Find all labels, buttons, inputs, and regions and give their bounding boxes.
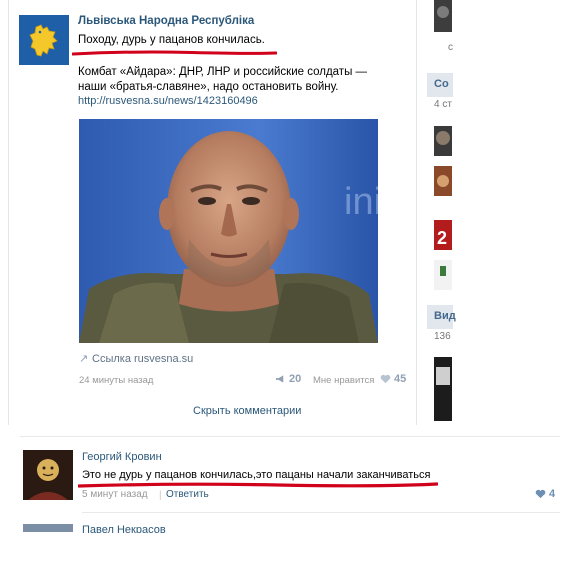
sidebar-thumb-image [434,0,452,32]
commenter-photo-image [23,450,73,500]
post-link[interactable]: http://rusvesna.su/news/1423160496 [78,95,258,107]
sidebar-header-1[interactable]: Со [427,73,453,97]
like-button[interactable]: 45 [380,373,406,385]
section-gap [0,425,584,433]
man-portrait-image: ini [79,119,378,343]
sidebar-thumb-image [434,260,452,290]
sidebar-sub-1: 4 ст [434,99,452,110]
sidebar-thumb-image: 2 [434,220,452,250]
panel-border-right [416,0,417,425]
share-button[interactable]: 20 [275,373,301,385]
post-title: Походу, дурь у пацанов кончилась. [78,34,265,46]
megaphone-icon [275,375,284,383]
sidebar-thumb-image [434,126,452,156]
like-label[interactable]: Мне нравится [313,375,374,386]
sidebar-thumb-1[interactable] [434,0,452,32]
sidebar-thumb-image [434,357,452,421]
heart-icon [535,489,546,499]
group-avatar[interactable] [19,15,69,65]
post-text: Комбат «Айдара»: ДНР, ЛНР и российские с… [78,66,368,93]
comment-like-count: 4 [549,488,556,500]
heart-icon [380,374,391,384]
lion-emblem-icon [29,24,58,57]
like-count: 45 [394,373,407,385]
group-name-link[interactable]: Львівська Народна Республіка [78,15,254,27]
post-photo[interactable]: ini [79,119,378,343]
sidebar-thumb-6[interactable] [434,357,452,421]
sidebar-header-1-label: Со [434,78,449,90]
post-time[interactable]: 24 минуты назад [79,375,153,386]
attachment-link[interactable]: ↗ Ссылка rusvesna.su [79,353,193,365]
sidebar-thumb-5[interactable] [434,260,452,290]
commenter-avatar[interactable] [23,450,73,500]
link-arrow-icon: ↗ [79,353,89,365]
next-commenter-avatar[interactable] [23,524,73,532]
sidebar-fragment-c: с [448,42,453,53]
share-count: 20 [289,373,302,385]
sidebar-thumb-2[interactable] [434,126,452,156]
hide-comments-link[interactable]: Скрыть комментарии [193,405,301,417]
separator-bar: | [159,490,162,501]
comment-like-button[interactable]: 4 [535,488,555,500]
attachment-label: Ссылка rusvesna.su [92,353,194,365]
svg-text:2: 2 [437,228,447,248]
divider [82,512,560,513]
divider [20,436,560,437]
sidebar-thumb-3[interactable] [434,166,452,196]
next-comment-author-link[interactable]: Павел Некрасов [82,523,166,533]
sidebar-thumb-image [434,166,452,196]
sidebar-thumb-4[interactable]: 2 [434,220,452,250]
comment-author-link[interactable]: Георгий Кровин [82,451,162,463]
svg-text:ini: ini [344,181,378,223]
reply-button[interactable]: Ответить [166,489,209,500]
comment-text: Это не дурь у пацанов кончилась,это паца… [82,469,431,481]
sidebar-header-2-label: Вид [434,310,456,322]
sidebar-header-2[interactable]: Вид [427,305,456,329]
panel-border-left [8,0,9,425]
comment-time[interactable]: 5 минут назад [82,489,148,500]
sidebar-sub-2: 136 [434,331,451,342]
red-underline-mark [72,50,277,56]
